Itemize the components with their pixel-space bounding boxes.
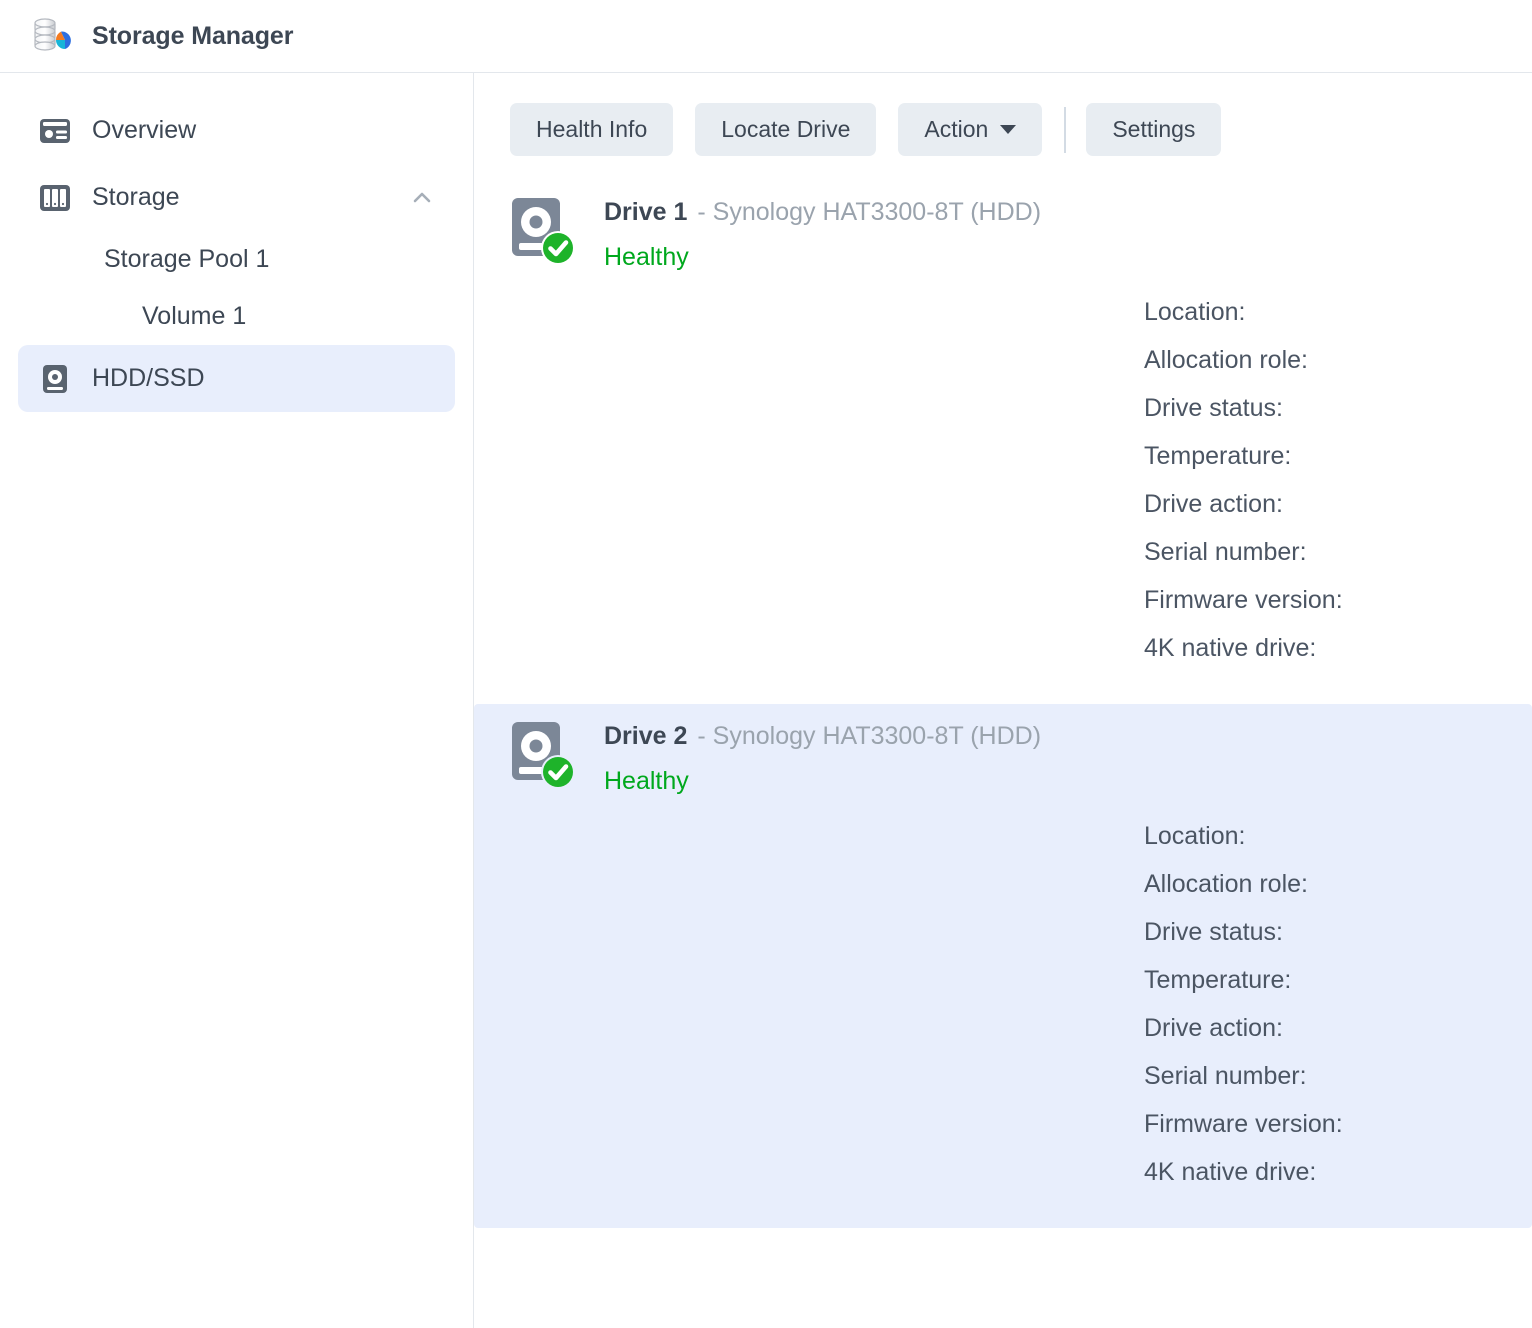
drive-title: Drive 2	[604, 722, 688, 750]
detail-label: Drive action:	[1144, 490, 1283, 518]
detail-row: Firmware version: PL01	[510, 586, 1532, 634]
main-content: Health Info Locate Drive Action Settings	[474, 73, 1532, 1328]
detail-label: Firmware version:	[1144, 586, 1343, 614]
locate-drive-label: Locate Drive	[721, 116, 851, 142]
detail-row: Drive status: Healthy	[510, 918, 1532, 966]
detail-row: 4K native drive: No	[510, 634, 1532, 682]
sidebar-item-label: HDD/SSD	[92, 364, 205, 392]
detail-label: Serial number:	[1144, 1062, 1307, 1090]
sidebar-item-overview[interactable]: Overview	[18, 97, 455, 164]
detail-label: Drive status:	[1144, 918, 1283, 946]
drive-detail-list: Location: DS224 Allocation role: Storage…	[510, 298, 1532, 682]
sidebar-item-storage-pool-1[interactable]: Storage Pool 1	[18, 231, 455, 288]
hdd-ssd-icon	[38, 362, 72, 396]
drive-card[interactable]: Drive 2 - Synology HAT3300-8T (HDD) Heal…	[474, 704, 1532, 1228]
drive-header: Drive 1 - Synology HAT3300-8T (HDD) Heal…	[510, 196, 1532, 272]
storage-icon	[38, 181, 72, 215]
sidebar-item-label: Storage Pool 1	[104, 245, 270, 273]
detail-row: Serial number:	[510, 1062, 1532, 1110]
detail-row: Allocation role: Storage Pool 1	[510, 346, 1532, 394]
detail-label: Firmware version:	[1144, 1110, 1343, 1138]
action-label: Action	[924, 116, 989, 142]
action-dropdown-button[interactable]: Action	[898, 103, 1043, 156]
chevron-down-icon	[1000, 125, 1017, 134]
detail-label: 4K native drive:	[1144, 1158, 1317, 1186]
sidebar-item-storage[interactable]: Storage	[18, 164, 455, 231]
sidebar-item-volume-1[interactable]: Volume 1	[18, 288, 455, 345]
detail-label: Drive action:	[1144, 1014, 1283, 1042]
health-info-label: Health Info	[536, 116, 648, 142]
drive-model: - Synology HAT3300-8T (HDD)	[697, 198, 1042, 226]
sidebar: Overview Storage Storage Pool 1 Volume 1…	[0, 73, 474, 1328]
sidebar-item-label: Storage	[92, 183, 180, 211]
drive-icon	[510, 720, 576, 792]
drive-detail-list: Location: DS224 Allocation role: Storage…	[510, 822, 1532, 1206]
detail-label: 4K native drive:	[1144, 634, 1317, 662]
settings-label: Settings	[1112, 116, 1196, 142]
sidebar-item-hdd-ssd[interactable]: HDD/SSD	[18, 345, 455, 412]
detail-label: Temperature:	[1144, 442, 1292, 470]
drive-icon	[510, 196, 576, 268]
detail-row: Drive action: -	[510, 490, 1532, 538]
health-info-button[interactable]: Health Info	[510, 103, 674, 156]
detail-row: Allocation role: Storage Pool 1	[510, 870, 1532, 918]
detail-row: Serial number:	[510, 538, 1532, 586]
detail-row: Drive status: Healthy	[510, 394, 1532, 442]
detail-row: Firmware version: PL01	[510, 1110, 1532, 1158]
detail-row: Location: DS224	[510, 822, 1532, 870]
drive-header: Drive 2 - Synology HAT3300-8T (HDD) Heal…	[510, 720, 1532, 796]
detail-row: Temperature: 34 °C / 93 °F	[510, 442, 1532, 490]
detail-row: Temperature: 36 °C / 97 °F	[510, 966, 1532, 1014]
drive-toolbar: Health Info Locate Drive Action Settings	[474, 103, 1532, 156]
drive-title: Drive 1	[604, 198, 688, 226]
drive-status-badge: Healthy	[604, 767, 689, 795]
locate-drive-button[interactable]: Locate Drive	[695, 103, 877, 156]
overview-icon	[38, 114, 72, 148]
detail-row: Location: DS224	[510, 298, 1532, 346]
detail-label: Location:	[1144, 822, 1246, 850]
sidebar-item-label: Overview	[92, 116, 197, 144]
detail-label: Serial number:	[1144, 538, 1307, 566]
detail-label: Allocation role:	[1144, 870, 1308, 898]
drive-model: - Synology HAT3300-8T (HDD)	[697, 722, 1042, 750]
detail-label: Temperature:	[1144, 966, 1292, 994]
drive-card[interactable]: Drive 1 - Synology HAT3300-8T (HDD) Heal…	[474, 180, 1532, 704]
detail-row: 4K native drive: No	[510, 1158, 1532, 1206]
drive-status-badge: Healthy	[604, 243, 689, 271]
app-header: Storage Manager	[0, 0, 1532, 73]
detail-label: Location:	[1144, 298, 1246, 326]
detail-row: Drive action: -	[510, 1014, 1532, 1062]
detail-label: Allocation role:	[1144, 346, 1308, 374]
app-title: Storage Manager	[92, 21, 294, 50]
detail-label: Drive status:	[1144, 394, 1283, 422]
storage-manager-logo-icon	[30, 14, 74, 58]
settings-button[interactable]: Settings	[1086, 103, 1222, 156]
sidebar-item-label: Volume 1	[142, 302, 247, 330]
toolbar-divider	[1064, 106, 1067, 153]
chevron-up-icon[interactable]	[409, 185, 435, 211]
